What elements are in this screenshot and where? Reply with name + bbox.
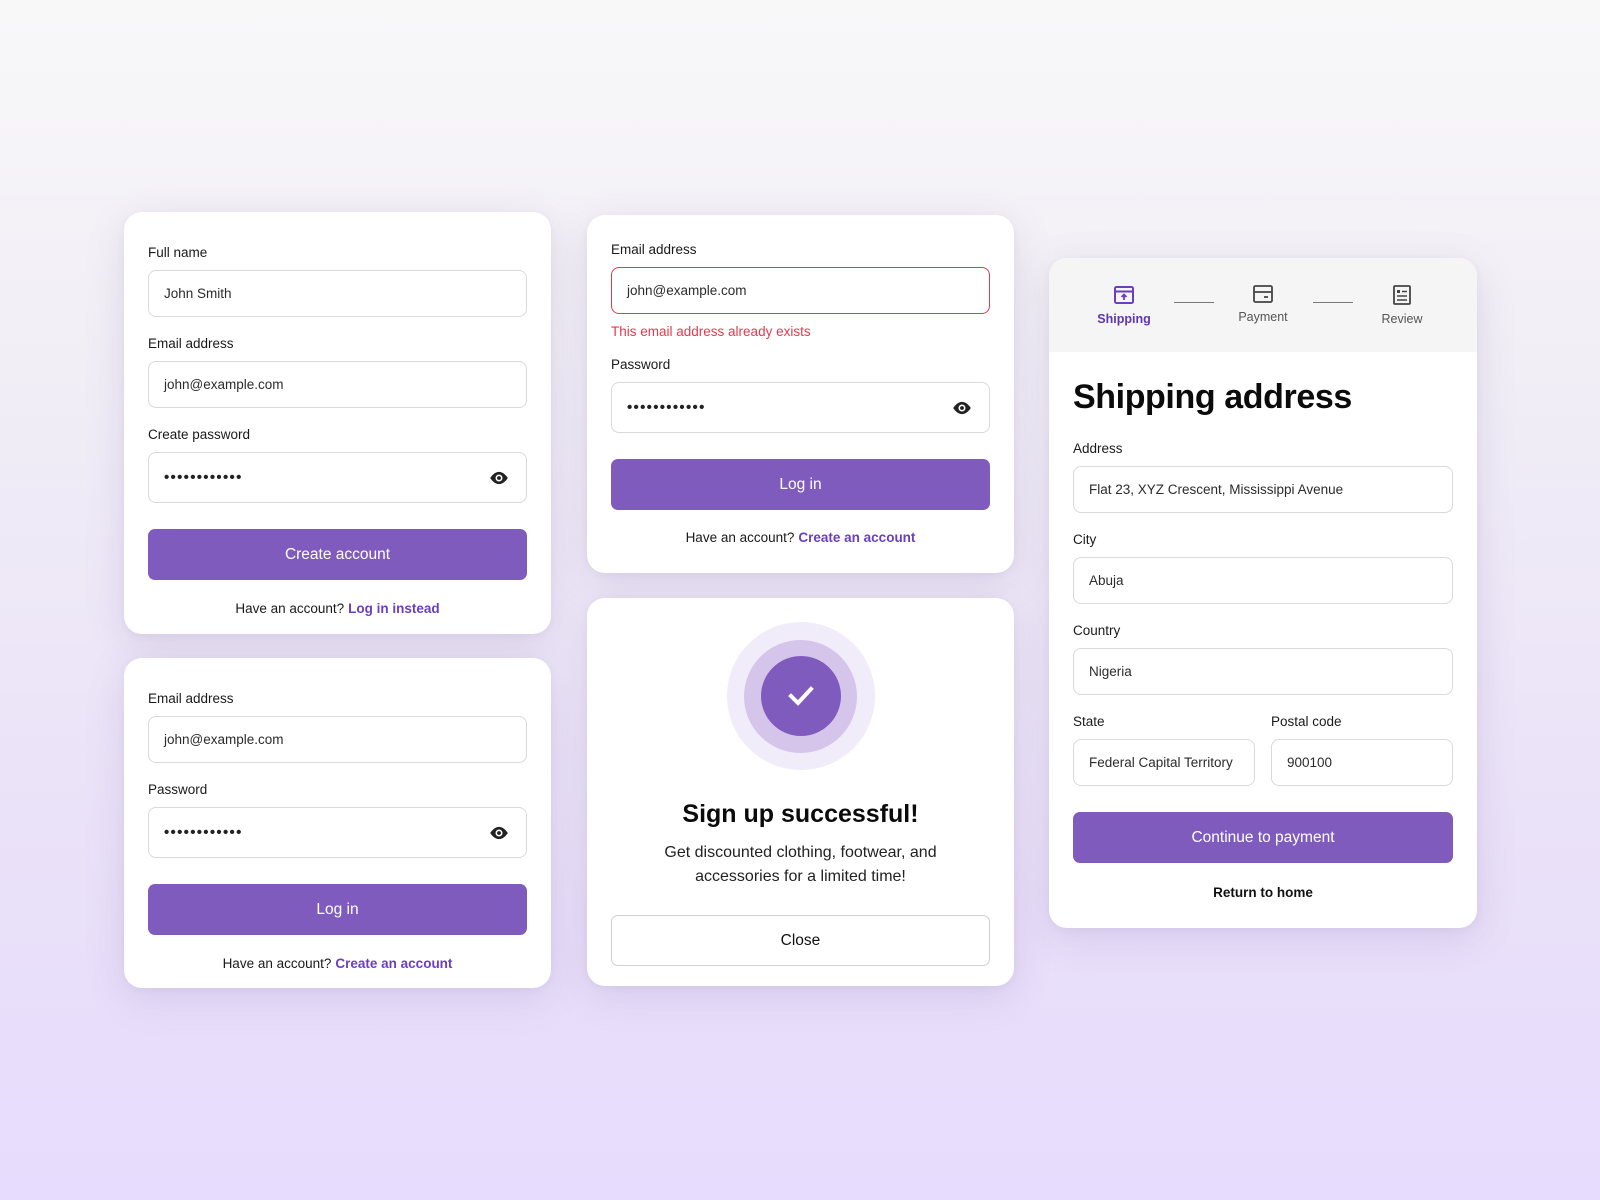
email-label: Email address: [148, 336, 234, 351]
checkout-stepper: Shipping Payment Review: [1049, 258, 1477, 352]
email-value: john@example.com: [627, 283, 747, 298]
state-label: State: [1073, 714, 1105, 729]
success-badge: [726, 622, 875, 770]
address-label: Address: [1073, 441, 1123, 456]
password-value: ••••••••••••: [627, 399, 706, 416]
close-button[interactable]: Close: [611, 915, 990, 966]
page-title: Shipping address: [1073, 378, 1352, 416]
log-in-instead-link[interactable]: Log in instead: [348, 601, 440, 616]
password-label: Password: [611, 357, 671, 372]
login-card: Email address john@example.com Password …: [124, 658, 551, 988]
email-value: john@example.com: [164, 732, 284, 747]
credit-card-icon: [1253, 285, 1273, 303]
step-connector: [1312, 302, 1353, 303]
step-shipping[interactable]: Shipping: [1089, 284, 1159, 326]
log-in-button[interactable]: Log in: [148, 884, 527, 935]
state-input[interactable]: Federal Capital Territory: [1073, 739, 1255, 786]
state-postal-row: State Federal Capital Territory Postal c…: [1073, 714, 1453, 786]
full-name-input[interactable]: John Smith: [148, 270, 527, 317]
postal-code-input[interactable]: 900100: [1271, 739, 1453, 786]
document-list-icon: [1393, 285, 1411, 305]
login-footer: Have an account? Create an account: [611, 530, 990, 545]
country-label: Country: [1073, 623, 1121, 638]
success-badge-core: [760, 656, 841, 736]
step-label: Review: [1381, 312, 1423, 326]
postal-code-value: 900100: [1287, 755, 1333, 770]
city-label: City: [1073, 532, 1097, 547]
country-input[interactable]: Nigeria: [1073, 648, 1453, 695]
step-label: Payment: [1238, 310, 1288, 324]
password-input[interactable]: ••••••••••••: [611, 382, 990, 433]
step-label: Shipping: [1097, 312, 1151, 326]
success-message-line: Get discounted clothing, footwear, and: [664, 844, 937, 861]
password-value: ••••••••••••: [164, 469, 243, 486]
step-review[interactable]: Review: [1367, 284, 1437, 326]
continue-to-payment-button[interactable]: Continue to payment: [1073, 812, 1453, 863]
shipping-card: Shipping Payment Review Shipping address…: [1049, 258, 1477, 928]
email-input-error[interactable]: john@example.com: [611, 267, 990, 314]
eye-icon[interactable]: [488, 826, 510, 840]
password-label: Password: [148, 782, 208, 797]
signup-card: Full name John Smith Email address john@…: [124, 212, 551, 634]
full-name-value: John Smith: [164, 286, 232, 301]
box-upload-icon: [1114, 286, 1134, 304]
state-value: Federal Capital Territory: [1089, 755, 1233, 770]
address-value: Flat 23, XYZ Crescent, Mississippi Avenu…: [1089, 482, 1344, 497]
success-message-line: accessories for a limited time!: [695, 868, 906, 885]
footer-text: Have an account?: [685, 530, 795, 545]
address-input[interactable]: Flat 23, XYZ Crescent, Mississippi Avenu…: [1073, 466, 1453, 513]
login-error-card: Email address john@example.com This emai…: [587, 215, 1014, 573]
city-value: Abuja: [1089, 573, 1124, 588]
success-message: Get discounted clothing, footwear, and a…: [611, 841, 990, 889]
email-error-message: This email address already exists: [611, 324, 811, 339]
create-an-account-link[interactable]: Create an account: [798, 530, 915, 545]
return-to-home-link[interactable]: Return to home: [1073, 885, 1453, 900]
check-icon: [787, 686, 814, 706]
eye-icon[interactable]: [951, 401, 973, 415]
footer-text: Have an account?: [222, 956, 332, 971]
signup-footer: Have an account? Log in instead: [148, 601, 527, 616]
postal-group: Postal code 900100: [1271, 714, 1453, 786]
create-password-label: Create password: [148, 427, 251, 442]
create-an-account-link[interactable]: Create an account: [335, 956, 452, 971]
email-label: Email address: [148, 691, 234, 706]
state-group: State Federal Capital Territory: [1073, 714, 1255, 786]
step-connector: [1173, 302, 1214, 303]
create-account-button[interactable]: Create account: [148, 529, 527, 580]
email-label: Email address: [611, 242, 697, 257]
footer-text: Have an account?: [235, 601, 345, 616]
password-value: ••••••••••••: [164, 824, 243, 841]
email-input[interactable]: john@example.com: [148, 361, 527, 408]
full-name-label: Full name: [148, 245, 208, 260]
postal-code-label: Postal code: [1271, 714, 1342, 729]
login-footer: Have an account? Create an account: [148, 956, 527, 971]
success-badge-ring: [744, 639, 857, 753]
email-input[interactable]: john@example.com: [148, 716, 527, 763]
email-value: john@example.com: [164, 377, 284, 392]
shipping-form: Shipping address Address Flat 23, XYZ Cr…: [1049, 378, 1477, 900]
create-password-input[interactable]: ••••••••••••: [148, 452, 527, 503]
success-title: Sign up successful!: [682, 800, 919, 828]
success-card: Sign up successful! Get discounted cloth…: [587, 598, 1014, 986]
city-input[interactable]: Abuja: [1073, 557, 1453, 604]
log-in-button[interactable]: Log in: [611, 459, 990, 510]
eye-icon[interactable]: [488, 471, 510, 485]
step-payment[interactable]: Payment: [1228, 284, 1298, 324]
password-input[interactable]: ••••••••••••: [148, 807, 527, 858]
country-value: Nigeria: [1089, 664, 1132, 679]
